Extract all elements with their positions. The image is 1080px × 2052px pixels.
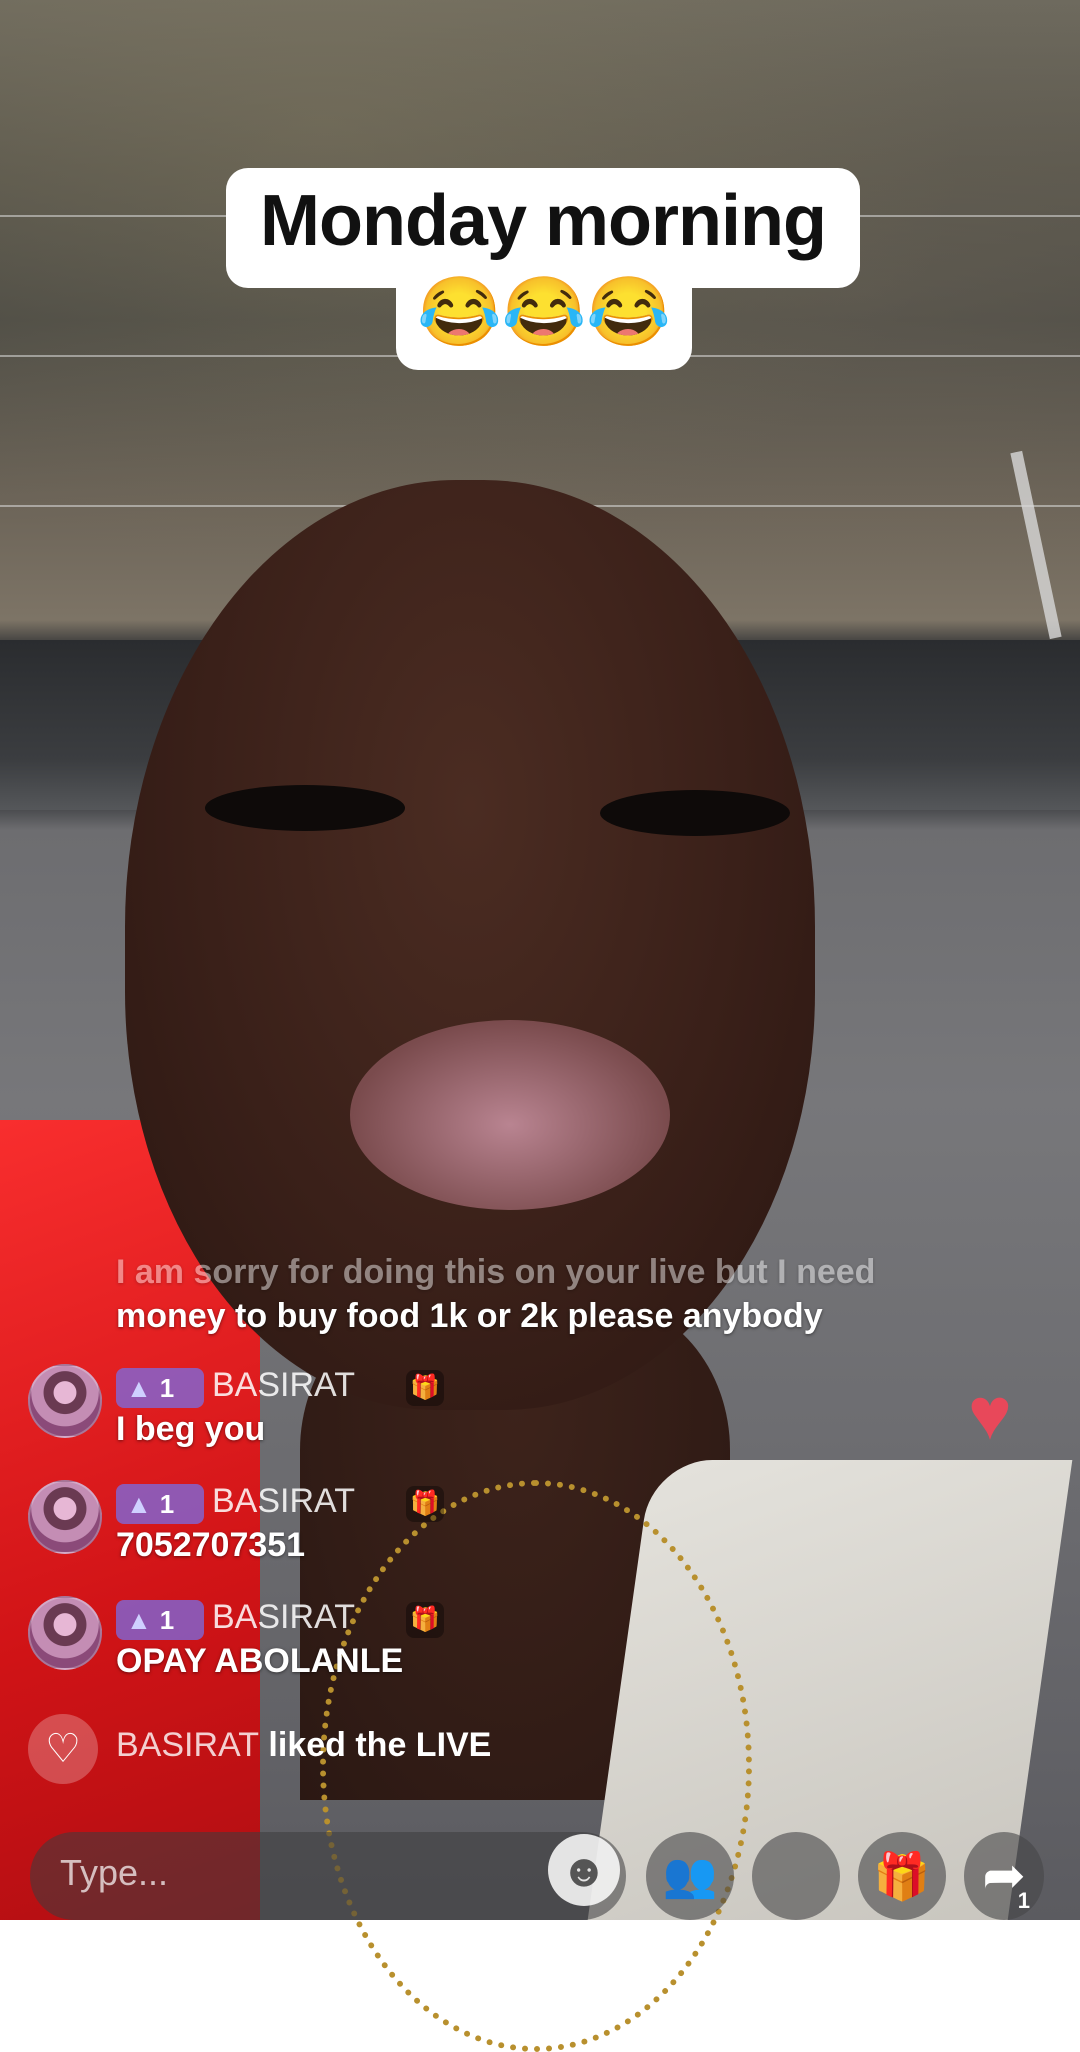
gift-icon: 🎁 <box>406 1486 444 1522</box>
gift-button[interactable]: 🎁 <box>858 1832 946 1920</box>
caption-title: Monday morning <box>260 181 827 261</box>
comment-row[interactable]: ▲ 1 BASIRAT 🎁 OPAY ABOLANLE <box>28 1596 1028 1696</box>
multi-guest-button[interactable]: 👥 <box>646 1832 734 1920</box>
navigation-arrow-icon: ▲ <box>126 1488 152 1519</box>
comment-row[interactable]: ▲ 1 BASIRAT 🎁 I beg you <box>28 1364 1028 1464</box>
comment-continued: I am sorry for doing this on your live b… <box>116 1250 996 1338</box>
gift-icon: 🎁 <box>873 1850 931 1902</box>
avatar[interactable] <box>28 1596 102 1670</box>
smiley-icon[interactable]: ☻ <box>548 1834 620 1906</box>
gift-icon: 🎁 <box>406 1602 444 1638</box>
level-badge: ▲ 1 <box>116 1600 204 1640</box>
video-person-lips <box>350 1020 670 1210</box>
comment-message: 7052707351 <box>116 1526 306 1564</box>
comment-row[interactable]: ▲ 1 BASIRAT 🎁 7052707351 <box>28 1480 1028 1580</box>
avatar[interactable] <box>28 1480 102 1554</box>
badge-level: 1 <box>159 1372 175 1403</box>
floating-heart-icon: ♥ <box>968 1372 1012 1455</box>
comment-message: I beg you <box>116 1410 266 1448</box>
navigation-arrow-icon: ▲ <box>126 1604 152 1635</box>
caption-emoji: 😂😂😂 <box>416 274 671 350</box>
share-count: 1 <box>1017 1888 1030 1913</box>
badge-level: 1 <box>159 1604 175 1635</box>
level-badge: ▲ 1 <box>116 1484 204 1524</box>
navigation-arrow-icon: ▲ <box>126 1372 152 1403</box>
comment-username[interactable]: BASIRAT <box>212 1598 355 1637</box>
liked-notification: ♡ BASIRAT liked the LIVE <box>28 1714 1028 1784</box>
liked-text: BASIRAT liked the LIVE <box>116 1726 491 1765</box>
comment-input-placeholder: Type... <box>60 1852 169 1893</box>
blank-button[interactable] <box>752 1832 840 1920</box>
share-button[interactable]: ➦ 1 <box>964 1832 1044 1920</box>
video-person-eye <box>600 790 790 836</box>
comment-username[interactable]: BASIRAT <box>212 1366 355 1405</box>
liked-username[interactable]: BASIRAT <box>116 1726 259 1764</box>
badge-level: 1 <box>159 1488 175 1519</box>
level-badge: ▲ 1 <box>116 1368 204 1408</box>
liked-action: liked the LIVE <box>268 1726 492 1764</box>
comment-username[interactable]: BASIRAT <box>212 1482 355 1521</box>
heart-outline-icon: ♡ <box>28 1714 98 1784</box>
comment-faded-line: I am sorry for doing this on your live b… <box>116 1253 876 1291</box>
video-person-eye <box>205 785 405 831</box>
avatar[interactable] <box>28 1364 102 1438</box>
comment-input[interactable]: Type... <box>30 1832 626 1920</box>
comment-line: money to buy food 1k or 2k please anybod… <box>116 1297 823 1335</box>
gift-icon: 🎁 <box>406 1370 444 1406</box>
comment-message: OPAY ABOLANLE <box>116 1642 404 1680</box>
multi-guest-icon: 👥 <box>662 1851 718 1900</box>
